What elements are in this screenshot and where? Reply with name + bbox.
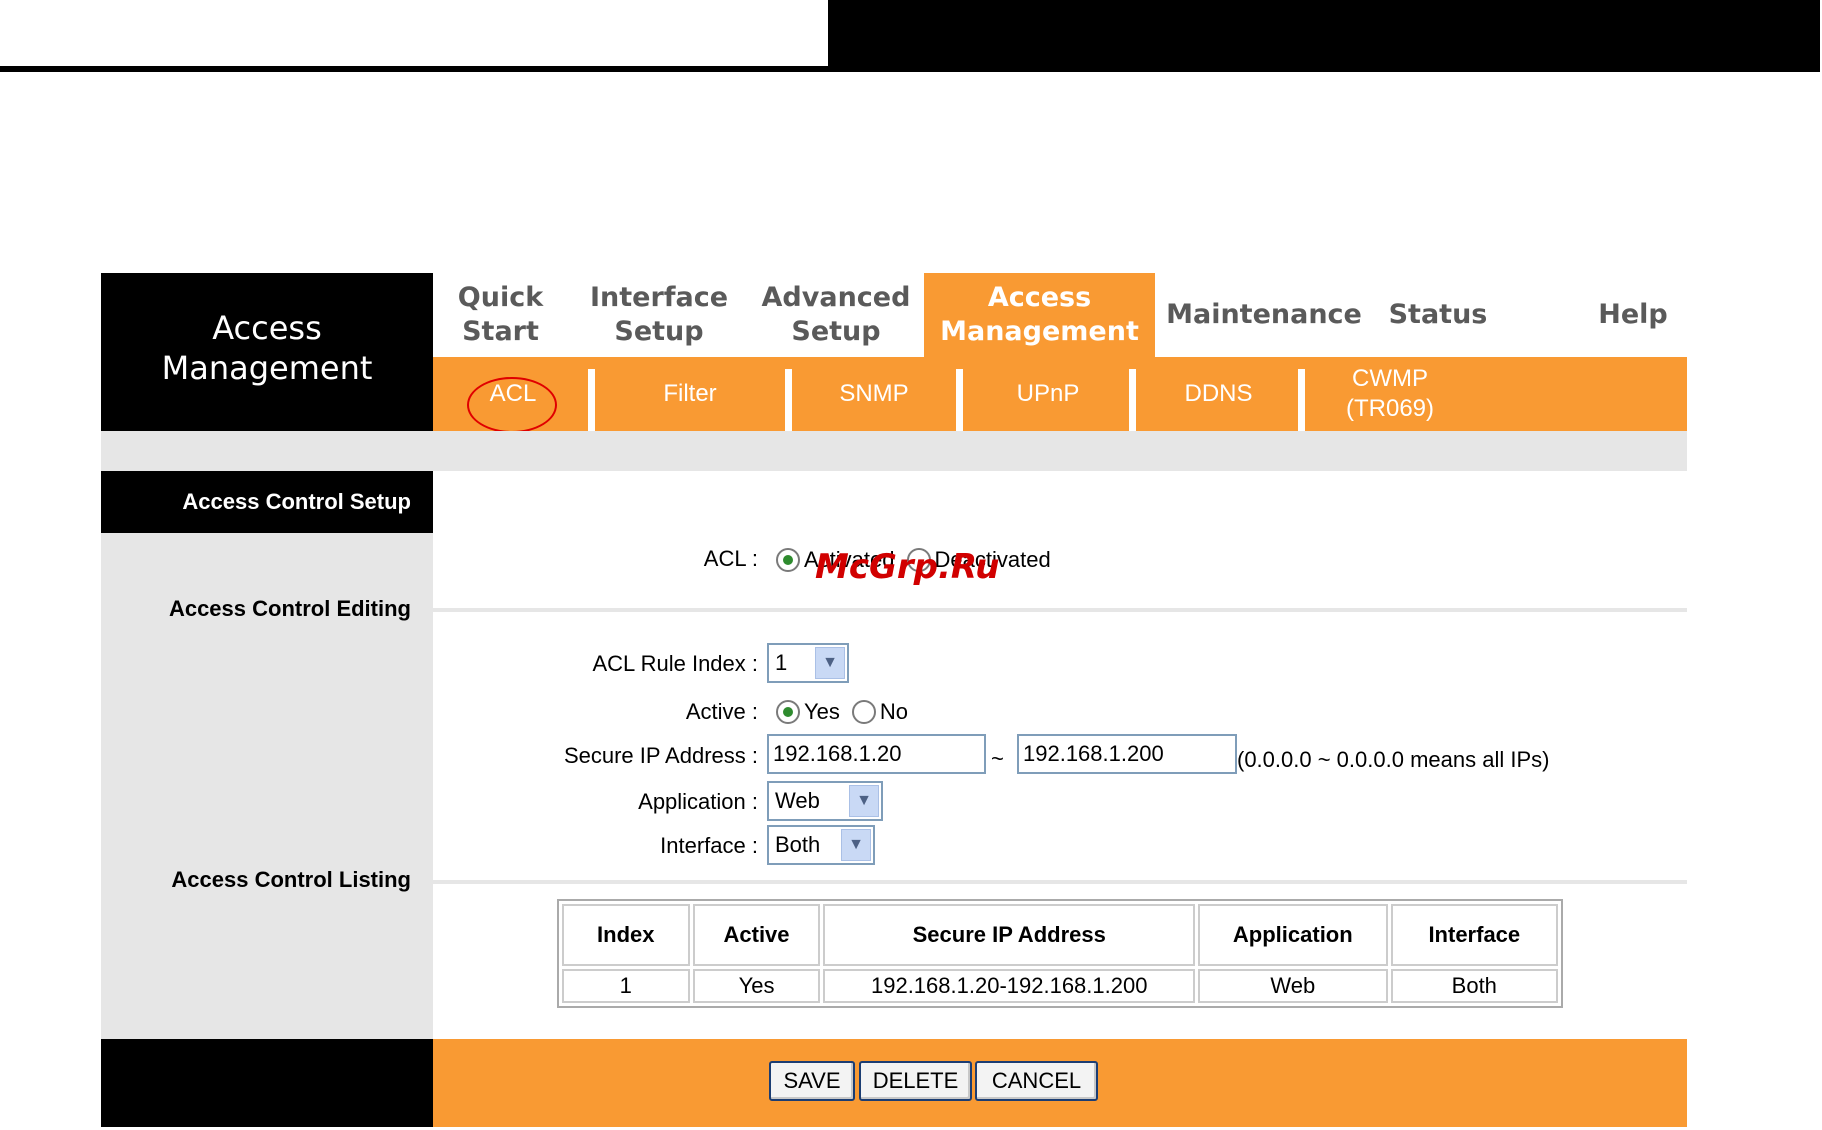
section-title-line1: Access (212, 309, 322, 347)
column-header-active: Active (692, 904, 821, 966)
ip-start-input[interactable]: 192.168.1.20 (767, 734, 986, 774)
chevron-down-icon: ▼ (815, 647, 845, 679)
tab-label: Status (1388, 299, 1488, 330)
subtab-label: SNMP (839, 380, 909, 407)
table-row: 1 Yes 192.168.1.20-192.168.1.200 Web Bot… (562, 969, 1558, 1003)
acl-listing-table: Index Active Secure IP Address Applicati… (557, 899, 1563, 1008)
tab-label: Start (462, 316, 539, 347)
application-label: Application : (638, 789, 758, 814)
ip-start-value: 192.168.1.20 (773, 741, 902, 766)
acl-label: ACL : (703, 546, 758, 571)
tab-label: Advanced (761, 282, 911, 313)
application-select[interactable]: Web ▼ (767, 781, 883, 821)
tab-advanced-setup[interactable]: Advanced Setup (751, 273, 921, 357)
interface-label: Interface : (660, 833, 758, 858)
active-no-label: No (879, 699, 909, 724)
rule-index-select[interactable]: 1 ▼ (767, 643, 849, 683)
subtab-ddns[interactable]: DDNS (1136, 357, 1301, 431)
tab-access-management[interactable]: Access Management (924, 273, 1155, 357)
column-header-interface: Interface (1390, 904, 1558, 966)
subtab-label: UPnP (1016, 380, 1080, 407)
active-yes-radio[interactable] (776, 700, 800, 724)
subtab-separator (956, 369, 963, 431)
main-nav: Quick Start Interface Setup Advanced Set… (433, 273, 1687, 357)
section-title: Access Management (101, 273, 433, 431)
table-cell-interface: Both (1390, 969, 1558, 1003)
tab-interface-setup[interactable]: Interface Setup (573, 273, 745, 357)
table-header-row: Index Active Secure IP Address Applicati… (562, 904, 1558, 966)
cancel-button[interactable]: CANCEL (975, 1061, 1098, 1101)
subtab-label: (TR069) (1345, 395, 1435, 422)
tab-label: Access (987, 282, 1092, 313)
tab-label: Setup (614, 316, 704, 347)
chevron-down-icon: ▼ (849, 785, 879, 817)
subtab-separator (1298, 369, 1305, 431)
active-radio-group: Yes No (776, 699, 908, 725)
tab-label: Interface (589, 282, 729, 313)
table-cell-index: 1 (562, 969, 690, 1003)
section-label-editing: Access Control Editing (168, 596, 411, 621)
section-header-label: Access Control Setup (182, 489, 411, 514)
watermark: McGrp.Ru (815, 547, 1000, 587)
sub-nav: ACL Filter SNMP UPnP DDNS CWMP (TR069) (433, 357, 1687, 431)
interface-select[interactable]: Both ▼ (767, 825, 875, 865)
tab-label: Quick (457, 282, 544, 313)
tab-help[interactable]: Help (1583, 273, 1683, 357)
subtab-filter[interactable]: Filter (595, 357, 785, 431)
active-label: Active : (685, 699, 758, 724)
ip-end-input[interactable]: 192.168.1.200 (1017, 734, 1237, 774)
tab-status[interactable]: Status (1378, 273, 1498, 357)
subtab-separator (785, 369, 792, 431)
subtab-label: CWMP (1352, 365, 1428, 392)
column-header-index: Index (562, 904, 690, 966)
tab-label: Management (940, 316, 1139, 347)
divider (433, 608, 1687, 612)
divider (433, 880, 1687, 884)
footer-left-panel (101, 1039, 433, 1127)
ip-hint-text: (0.0.0.0 ~ 0.0.0.0 means all IPs) (1237, 747, 1550, 772)
column-header-application: Application (1198, 904, 1388, 966)
acl-highlight-circle (467, 377, 557, 433)
subtab-separator (1129, 369, 1136, 431)
delete-button[interactable]: DELETE (859, 1061, 972, 1101)
nav-spacer-strip (101, 431, 1687, 471)
rule-index-label: ACL Rule Index : (592, 651, 759, 676)
subtab-label: DDNS (1184, 380, 1253, 407)
chevron-down-icon: ▼ (841, 829, 871, 861)
application-value: Web (775, 788, 820, 813)
table-cell-application: Web (1198, 969, 1388, 1003)
table-cell-active: Yes (692, 969, 821, 1003)
left-column: Access Control Setup Access Control Edit… (101, 471, 433, 1039)
column-header-secure-ip: Secure IP Address (823, 904, 1195, 966)
ip-end-value: 192.168.1.200 (1023, 741, 1164, 766)
secure-ip-label: Secure IP Address : (563, 743, 758, 768)
active-yes-label: Yes (804, 699, 840, 724)
subtab-cwmp[interactable]: CWMP (TR069) (1305, 357, 1475, 431)
ip-range-separator: ~ (991, 746, 1004, 771)
interface-value: Both (775, 832, 821, 857)
tab-label: Help (1598, 299, 1668, 330)
subtab-label: Filter (663, 380, 717, 407)
subtab-snmp[interactable]: SNMP (792, 357, 956, 431)
tab-quick-start[interactable]: Quick Start (433, 273, 568, 357)
document-header-rule (0, 66, 1820, 72)
table-cell-secure-ip: 192.168.1.20-192.168.1.200 (823, 969, 1195, 1003)
document-header-bar (828, 0, 1820, 72)
tab-maintenance[interactable]: Maintenance (1159, 273, 1369, 357)
subtab-separator (588, 369, 595, 431)
subtab-upnp[interactable]: UPnP (963, 357, 1133, 431)
tab-label: Maintenance (1166, 299, 1362, 330)
save-button[interactable]: SAVE (769, 1061, 855, 1101)
section-label-listing: Access Control Listing (171, 867, 411, 892)
acl-activated-radio[interactable] (776, 548, 800, 572)
tab-label: Setup (791, 316, 881, 347)
section-title-line2: Management (161, 349, 373, 387)
active-no-radio[interactable] (851, 700, 876, 724)
section-header-setup: Access Control Setup (101, 471, 433, 533)
rule-index-value: 1 (775, 650, 788, 675)
